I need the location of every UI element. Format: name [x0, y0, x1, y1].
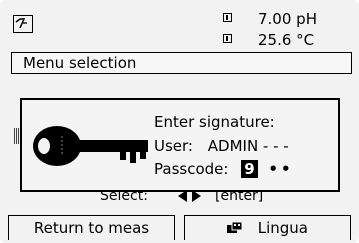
passcode-mask[interactable]: •• [268, 160, 293, 178]
passcode-label: Passcode: [154, 160, 229, 178]
user-value[interactable]: ADMIN - - - [208, 137, 289, 155]
key-icon [33, 126, 148, 166]
status-bar: 7.00 pH 25.6 °C [8, 4, 351, 50]
temperature-value: 25.6 °C [258, 31, 315, 49]
lingua-button[interactable]: Lingua [184, 215, 351, 240]
passcode-row: Passcode: 9 •• [154, 160, 294, 178]
passcode-active-digit[interactable]: 9 [241, 160, 258, 178]
signature-dialog: Enter signature: User: ADMIN - - - Passc… [20, 98, 340, 192]
device-screen: 7.00 pH 25.6 °C Menu selection Select: [… [0, 0, 359, 243]
sensor-channel-icon [223, 13, 232, 22]
return-to-meas-label: Return to meas [33, 219, 150, 237]
user-row: User: ADMIN - - - [154, 137, 289, 155]
dialog-title: Enter signature: [154, 113, 275, 131]
menu-title: Menu selection [23, 54, 137, 72]
measure-mode-icon [13, 15, 33, 33]
softkey-bar: Return to meas Lingua [8, 215, 351, 240]
menu-title-bar: Menu selection [11, 52, 352, 74]
return-to-meas-button[interactable]: Return to meas [8, 215, 175, 240]
lingua-label: Lingua [257, 219, 309, 237]
ph-value: 7.00 pH [258, 10, 317, 28]
sensor-channel-icon [223, 34, 232, 43]
user-label: User: [154, 137, 193, 155]
language-icon [226, 222, 243, 233]
